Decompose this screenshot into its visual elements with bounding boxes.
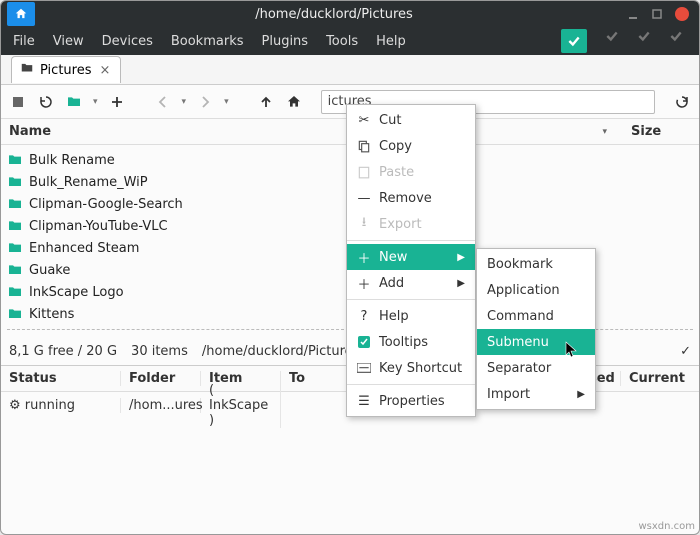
properties-icon: ☰ [357,394,371,409]
parent-dir-icon[interactable] [257,93,275,111]
ctx-new-import[interactable]: Import▶ [477,381,595,407]
context-menu: ✂Cut Copy Paste —Remove ⭳Export ＋New▶ ＋A… [346,104,476,417]
tab-pictures[interactable]: Pictures × [11,56,121,83]
checkbox-checked-icon [357,336,371,348]
folder-open-icon[interactable] [65,93,83,111]
column-current-header[interactable]: Current [621,371,681,386]
window-title: /home/ducklord/Pictures [41,7,627,22]
menu-plugins[interactable]: Plugins [254,30,317,53]
column-name-header[interactable]: Name [9,124,602,139]
statusbar-path: /home/ducklord/Pictures [202,344,360,359]
menu-help[interactable]: Help [368,30,414,53]
menu-bookmarks[interactable]: Bookmarks [163,30,252,53]
close-button[interactable] [675,7,689,21]
stop-icon[interactable] [9,93,27,111]
chevron-right-icon: ▶ [457,278,465,289]
back-icon[interactable] [154,93,172,111]
chevron-right-icon: ▶ [577,389,585,400]
paste-icon [357,165,371,179]
folder-icon [7,284,23,300]
job-folder: /hom...ures [121,398,201,413]
ctx-key-shortcut[interactable]: Key Shortcut [347,355,475,381]
ctx-properties[interactable]: ☰Properties [347,388,475,414]
context-submenu-new: Bookmark Application Command Submenu Sep… [476,248,596,410]
folder-icon [7,240,23,256]
ctx-tooltips[interactable]: Tooltips [347,329,475,355]
folder-icon [7,174,23,190]
dropdown-icon[interactable]: ▾ [182,97,187,107]
tab-label: Pictures [40,63,91,78]
folder-icon [7,306,23,322]
column-folder-header[interactable]: Folder [121,371,201,386]
ctx-remove[interactable]: —Remove [347,185,475,211]
ctx-copy[interactable]: Copy [347,133,475,159]
ctx-add[interactable]: ＋Add▶ [347,270,475,296]
ctx-new-command[interactable]: Command [477,303,595,329]
watermark: wsxdn.com [638,521,695,532]
dropdown-icon[interactable]: ▾ [93,97,98,107]
refresh-icon[interactable] [673,93,691,111]
menu-file[interactable]: File [5,30,43,53]
copy-icon [357,139,371,153]
folder-icon [20,61,34,79]
new-tab-icon[interactable] [108,93,126,111]
keyboard-icon [357,363,371,372]
column-status-header[interactable]: Status [1,371,121,386]
menu-tools[interactable]: Tools [318,30,366,53]
folder-icon [7,262,23,278]
action-check-active[interactable] [561,29,587,53]
dropdown-icon[interactable]: ▾ [224,97,229,107]
cut-icon: ✂ [357,113,371,128]
titlebar-app-icon [7,2,35,26]
folder-icon [7,218,23,234]
ctx-new-application[interactable]: Application [477,277,595,303]
menu-view[interactable]: View [45,30,92,53]
job-item: ( InkScape ) [201,383,281,428]
statusbar-disk-free: 8,1 G free / 20 G [9,344,117,359]
column-dropdown-icon[interactable]: ▾ [602,127,607,137]
action-check-3[interactable] [669,29,683,53]
ctx-new[interactable]: ＋New▶ [347,244,475,270]
job-status: running [25,398,75,413]
plus-icon: ＋ [357,274,371,293]
gear-icon: ⚙ [9,398,21,413]
folder-icon [7,196,23,212]
check-icon[interactable]: ✓ [680,344,691,359]
plus-icon: ＋ [357,248,371,267]
action-check-2[interactable] [637,29,651,53]
forward-icon[interactable] [196,93,214,111]
chevron-right-icon: ▶ [457,252,465,263]
reload-icon[interactable] [37,93,55,111]
cursor-icon [564,341,578,363]
home-icon[interactable] [285,93,303,111]
ctx-help[interactable]: ?Help [347,303,475,329]
export-icon: ⭳ [357,213,371,235]
maximize-button[interactable] [651,8,663,20]
action-check-1[interactable] [605,29,619,53]
column-size-header[interactable]: Size [631,124,691,139]
menu-devices[interactable]: Devices [94,30,161,53]
ctx-new-bookmark[interactable]: Bookmark [477,251,595,277]
ctx-paste: Paste [347,159,475,185]
statusbar-item-count: 30 items [131,344,188,359]
ctx-export: ⭳Export [347,211,475,237]
help-icon: ? [357,309,371,324]
folder-icon [7,152,23,168]
ctx-cut[interactable]: ✂Cut [347,107,475,133]
remove-icon: — [357,191,371,206]
tab-close-icon[interactable]: × [97,63,112,78]
minimize-button[interactable] [627,8,639,20]
